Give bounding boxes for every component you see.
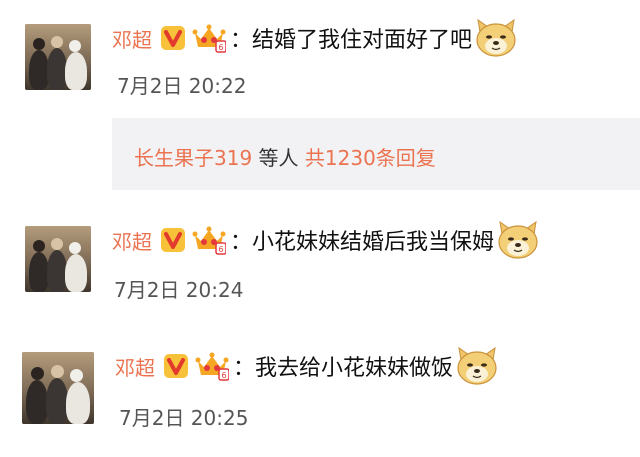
comment-text: ：小花妹妹结婚后我当保姆 [230, 230, 495, 255]
reply-user-link[interactable]: 长生果子319 [134, 146, 252, 170]
username[interactable]: 邓超 [112, 226, 152, 255]
comment-time: 7月2日 20:25 [119, 406, 249, 430]
reply-count-link[interactable]: 共1230条回复 [305, 146, 436, 170]
comment-time: 7月2日 20:24 [114, 278, 244, 302]
username[interactable]: 邓超 [115, 352, 155, 381]
doge-emoji-icon [474, 18, 518, 58]
verified-v-badge-icon [160, 227, 186, 253]
vip-crown-icon[interactable]: 6 [192, 23, 227, 53]
comment-text: ：我去给小花妹妹做饭 [233, 356, 454, 381]
reply-middle-text: 等人 [252, 146, 305, 170]
svg-text:6: 6 [218, 43, 223, 52]
svg-text:6: 6 [221, 371, 226, 380]
verified-v-badge-icon [163, 353, 189, 379]
avatar[interactable] [25, 226, 91, 292]
doge-emoji-icon [496, 220, 540, 260]
avatar[interactable] [22, 352, 94, 424]
username[interactable]: 邓超 [112, 24, 152, 53]
verified-v-badge-icon [160, 25, 186, 51]
comment-text: ：结婚了我住对面好了吧 [230, 28, 473, 53]
avatar[interactable] [25, 24, 91, 90]
svg-text:6: 6 [218, 245, 223, 254]
vip-crown-icon[interactable]: 6 [195, 351, 230, 381]
reply-summary[interactable]: 长生果子319 等人 共1230条回复 [112, 118, 640, 190]
vip-crown-icon[interactable]: 6 [192, 225, 227, 255]
comment-time: 7月2日 20:22 [117, 74, 247, 98]
doge-emoji-icon [455, 346, 499, 386]
